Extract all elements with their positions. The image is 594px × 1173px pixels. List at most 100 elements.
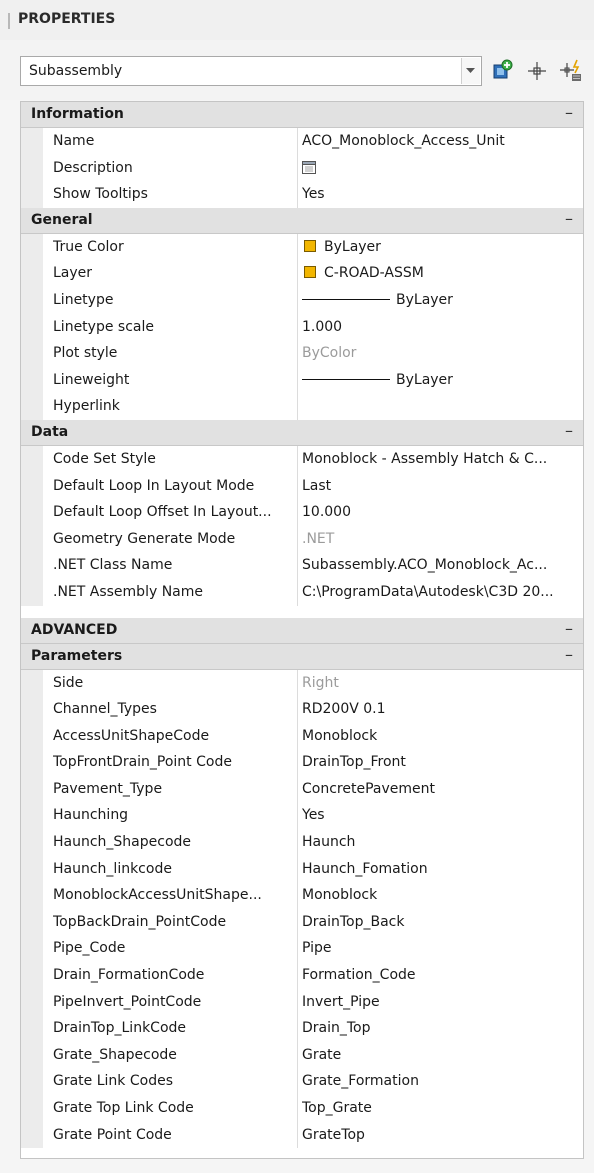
parameter-row[interactable]: Grate Link Codes Grate_Formation [21, 1068, 583, 1095]
property-value[interactable]: 1.000 [302, 319, 578, 335]
category-general[interactable]: General – [21, 207, 583, 234]
parameter-value[interactable]: Grate_Formation [302, 1073, 578, 1089]
parameter-row[interactable]: TopFrontDrain_Point Code DrainTop_Front [21, 749, 583, 776]
property-row-default-loop-offset[interactable]: Default Loop Offset In Layout... 10.000 [21, 499, 583, 526]
property-label: .NET Class Name [53, 557, 173, 574]
parameter-row[interactable]: Side Right [21, 669, 583, 697]
parameter-row[interactable]: Grate Point Code GrateTop [21, 1121, 583, 1149]
property-value[interactable]: Last [302, 478, 578, 494]
parameter-row[interactable]: Haunch_Shapecode Haunch [21, 829, 583, 856]
parameter-label: TopFrontDrain_Point Code [53, 754, 232, 771]
parameter-row[interactable]: Channel_Types RD200V 0.1 [21, 696, 583, 723]
property-value[interactable]: Subassembly.ACO_Monoblock_Ac... [302, 557, 578, 573]
parameter-row[interactable]: Drain_FormationCode Formation_Code [21, 962, 583, 989]
property-label: Linetype [53, 291, 114, 308]
property-row-true-color[interactable]: True Color ByLayer [21, 233, 583, 261]
toggle-pickadd-icon [493, 59, 513, 79]
parameter-row[interactable]: PipeInvert_PointCode Invert_Pipe [21, 988, 583, 1016]
parameter-value[interactable]: Monoblock [302, 728, 578, 744]
property-value: ByColor [302, 345, 357, 362]
property-row-net-assembly-name[interactable]: .NET Assembly Name C:\ProgramData\Autode… [21, 578, 583, 606]
parameter-value[interactable]: Pipe [302, 940, 578, 956]
select-objects-button[interactable] [524, 58, 550, 84]
property-row-name[interactable]: Name ACO_Monoblock_Access_Unit [21, 128, 583, 155]
property-row-layer[interactable]: Layer C-ROAD-ASSM [21, 260, 583, 287]
collapse-icon[interactable]: – [565, 103, 573, 122]
parameter-value[interactable]: Drain_Top [302, 1020, 578, 1036]
property-label: True Color [53, 238, 124, 255]
object-type-dropdown[interactable]: Subassembly [20, 56, 482, 86]
parameter-row[interactable]: Haunch_linkcode Haunch_Fomation [21, 855, 583, 883]
property-row-linetype[interactable]: Linetype ByLayer [21, 286, 583, 314]
property-value[interactable]: C:\ProgramData\Autodesk\C3D 20... [302, 584, 578, 600]
text-editor-icon[interactable] [302, 160, 316, 174]
property-row-net-class-name[interactable]: .NET Class Name Subassembly.ACO_Monobloc… [21, 552, 583, 579]
parameter-row[interactable]: Grate_Shapecode Grate [21, 1041, 583, 1069]
property-label: Hyperlink [53, 398, 120, 415]
parameter-row[interactable]: TopBackDrain_PointCode DrainTop_Back [21, 908, 583, 936]
parameter-row[interactable]: Haunching Yes [21, 802, 583, 830]
parameter-row[interactable]: Pavement_Type ConcretePavement [21, 775, 583, 803]
parameter-value[interactable]: Yes [302, 807, 578, 823]
property-row-default-loop-mode[interactable]: Default Loop In Layout Mode Last [21, 472, 583, 500]
property-value[interactable]: ByLayer [302, 372, 578, 388]
toggle-pickadd-button[interactable] [490, 58, 516, 84]
property-row-geometry-generate-mode[interactable]: Geometry Generate Mode .NET [21, 525, 583, 553]
collapse-icon[interactable]: – [565, 421, 573, 440]
parameter-label: TopBackDrain_PointCode [53, 913, 227, 930]
property-row-linetype-scale[interactable]: Linetype scale 1.000 [21, 313, 583, 341]
parameter-value[interactable]: Haunch_Fomation [302, 861, 578, 877]
parameter-row[interactable]: AccessUnitShapeCode Monoblock [21, 722, 583, 750]
category-data[interactable]: Data – [21, 419, 583, 446]
property-row-hyperlink[interactable]: Hyperlink [21, 393, 583, 420]
parameter-value[interactable]: GrateTop [302, 1127, 578, 1143]
parameter-value[interactable]: ConcretePavement [302, 781, 578, 797]
category-advanced[interactable]: ADVANCED – [21, 617, 583, 644]
property-value[interactable]: 10.000 [302, 504, 578, 520]
parameter-value[interactable]: Grate [302, 1047, 578, 1063]
parameter-value[interactable]: Invert_Pipe [302, 994, 578, 1010]
parameter-value[interactable]: Haunch [302, 834, 578, 850]
parameter-value[interactable]: Monoblock [302, 887, 578, 903]
parameter-label: MonoblockAccessUnitShape... [53, 887, 262, 904]
property-label: Code Set Style [53, 450, 156, 467]
panel-grip-handle[interactable] [8, 13, 10, 29]
property-value[interactable] [302, 160, 578, 176]
property-row-description[interactable]: Description [21, 154, 583, 182]
layer-color-swatch-icon [304, 266, 316, 279]
property-row-show-tooltips[interactable]: Show Tooltips Yes [21, 181, 583, 208]
category-parameters[interactable]: Parameters – [21, 643, 583, 670]
parameter-label: Pipe_Code [53, 940, 126, 957]
parameter-row[interactable]: Pipe_Code Pipe [21, 935, 583, 963]
collapse-icon[interactable]: – [565, 645, 573, 664]
chevron-down-icon [466, 68, 475, 73]
property-value[interactable]: Monoblock - Assembly Hatch & C... [302, 451, 578, 467]
property-value[interactable]: Yes [302, 186, 578, 202]
parameters-list: Side Right Channel_Types RD200V 0.1 AccessUn… [21, 669, 583, 1149]
parameter-row[interactable]: DrainTop_LinkCode Drain_Top [21, 1015, 583, 1042]
property-row-plot-style[interactable]: Plot style ByColor [21, 340, 583, 367]
parameter-value[interactable]: DrainTop_Front [302, 754, 578, 770]
property-value[interactable]: ByLayer [302, 239, 578, 255]
panel-header: PROPERTIES [0, 0, 594, 40]
category-label: General [31, 211, 93, 228]
parameter-label: AccessUnitShapeCode [53, 727, 210, 744]
parameter-row[interactable]: MonoblockAccessUnitShape... Monoblock [21, 882, 583, 909]
property-row-lineweight[interactable]: Lineweight ByLayer [21, 366, 583, 394]
property-value[interactable]: ACO_Monoblock_Access_Unit [302, 133, 578, 149]
parameter-label: Haunch_linkcode [53, 860, 172, 877]
dropdown-arrow-button[interactable] [461, 58, 480, 84]
property-value[interactable]: ByLayer [302, 292, 578, 308]
parameter-row[interactable]: Grate Top Link Code Top_Grate [21, 1095, 583, 1122]
parameter-value[interactable]: RD200V 0.1 [302, 701, 578, 717]
property-value[interactable]: C-ROAD-ASSM [302, 265, 578, 281]
collapse-icon[interactable]: – [565, 209, 573, 228]
collapse-icon[interactable]: – [565, 619, 573, 638]
category-information[interactable]: Information – [21, 102, 583, 128]
parameter-value[interactable]: Formation_Code [302, 967, 578, 983]
property-row-code-set-style[interactable]: Code Set Style Monoblock - Assembly Hatc… [21, 445, 583, 473]
parameter-label: Grate_Shapecode [53, 1046, 177, 1063]
quick-select-button[interactable] [558, 58, 584, 84]
parameter-value[interactable]: DrainTop_Back [302, 914, 578, 930]
parameter-value[interactable]: Top_Grate [302, 1100, 578, 1116]
